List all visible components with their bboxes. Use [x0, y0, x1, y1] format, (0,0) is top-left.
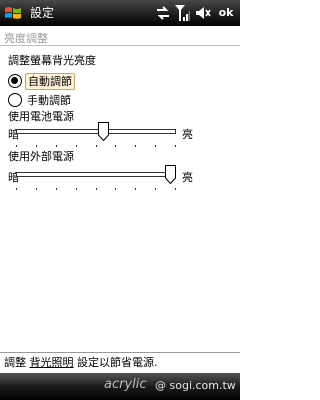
- volume-icon[interactable]: [195, 5, 211, 21]
- help-prefix: 調整: [4, 356, 26, 369]
- slider-tick: [175, 145, 176, 147]
- app-title: 設定: [30, 6, 55, 20]
- battery-slider-ticks: [16, 145, 176, 147]
- battery-brightness-slider-thumb[interactable]: [98, 122, 109, 141]
- external-slider-ticks: [16, 188, 176, 190]
- section-title: 調整螢幕背光亮度: [8, 54, 96, 67]
- page-header: 亮度調整: [0, 26, 240, 46]
- signal-icon[interactable]: [174, 4, 190, 22]
- slider-tick: [135, 145, 136, 147]
- title-bar: 設定 ok: [0, 0, 240, 26]
- slider-tick: [56, 188, 57, 190]
- help-suffix: 設定以節省電源.: [77, 356, 158, 369]
- softkey-bar: acrylic @ sogi.com.tw: [0, 373, 240, 400]
- slider-tick: [155, 188, 156, 190]
- slider-tick: [56, 145, 57, 147]
- page-title: 亮度調整: [4, 32, 48, 45]
- site-watermark: @ sogi.com.tw: [155, 379, 236, 392]
- slider-tick: [76, 145, 77, 147]
- slider-tick: [115, 188, 116, 190]
- auto-adjust-label[interactable]: 自動調節: [25, 73, 75, 90]
- battery-power-label: 使用電池電源: [8, 110, 74, 123]
- external-bright-label: 亮: [182, 171, 193, 184]
- ok-button[interactable]: ok: [215, 4, 237, 22]
- slider-tick: [36, 145, 37, 147]
- slider-tick: [36, 188, 37, 190]
- slider-tick: [96, 188, 97, 190]
- slider-tick: [16, 188, 17, 190]
- help-bar: 調整 背光照明 設定以節省電源.: [0, 352, 240, 372]
- manual-adjust-label[interactable]: 手動調節: [27, 94, 71, 107]
- battery-bright-label: 亮: [182, 128, 193, 141]
- slider-tick: [16, 145, 17, 147]
- external-power-label: 使用外部電源: [8, 150, 74, 163]
- windows-start-icon[interactable]: [3, 3, 23, 23]
- brand-watermark: acrylic: [104, 377, 147, 392]
- slider-tick: [76, 188, 77, 190]
- manual-adjust-radio[interactable]: [8, 93, 22, 107]
- external-brightness-track[interactable]: [16, 172, 176, 177]
- slider-tick: [175, 188, 176, 190]
- external-brightness-slider-thumb[interactable]: [165, 165, 176, 184]
- battery-brightness-track[interactable]: [16, 129, 176, 134]
- connectivity-icon[interactable]: [155, 5, 171, 21]
- slider-tick: [155, 145, 156, 147]
- auto-adjust-radio[interactable]: [8, 74, 22, 88]
- slider-tick: [96, 145, 97, 147]
- slider-tick: [135, 188, 136, 190]
- slider-tick: [115, 145, 116, 147]
- backlight-help-link[interactable]: 背光照明: [30, 356, 74, 369]
